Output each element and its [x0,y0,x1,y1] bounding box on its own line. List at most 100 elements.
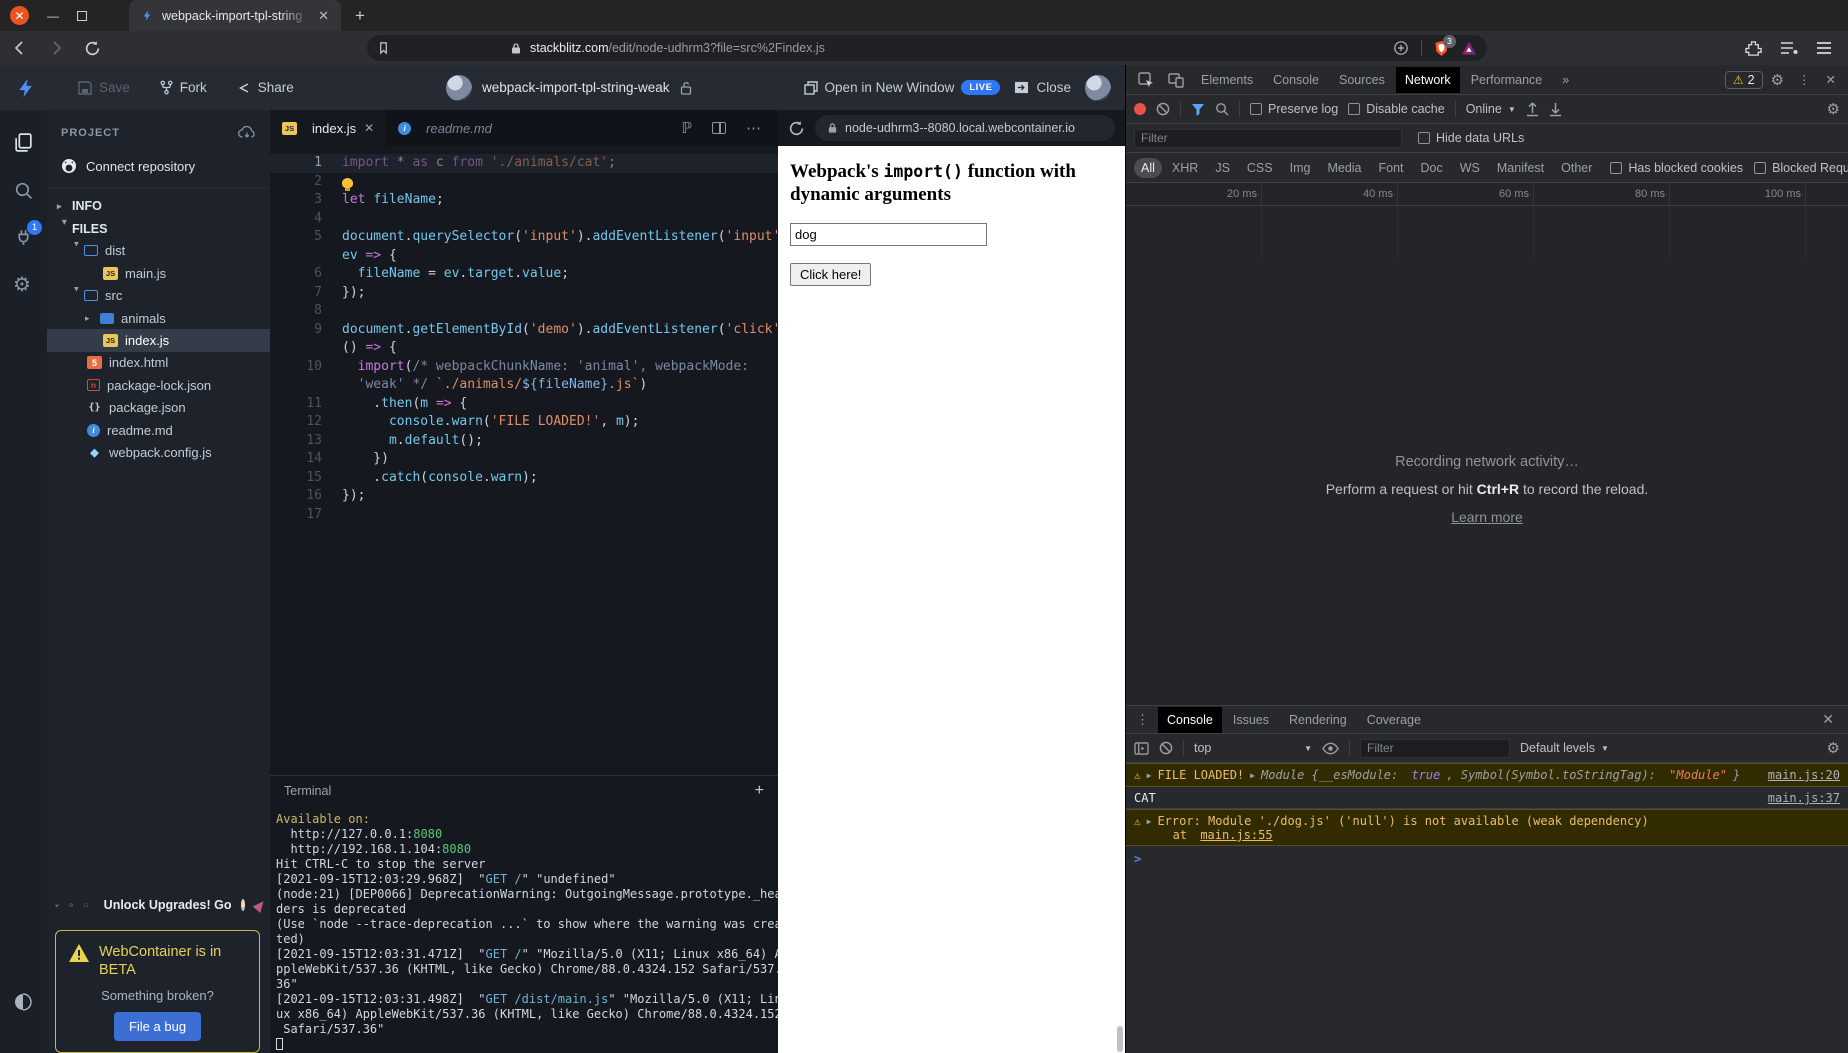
connect-repository-button[interactable]: Connect repository [47,150,270,189]
js-context-dropdown[interactable]: top ▼ [1194,741,1312,755]
network-filter-input[interactable] [1134,128,1402,148]
code-line[interactable]: 5 document.querySelector('input').addEven… [270,228,778,247]
back-button[interactable] [12,40,28,56]
filter-pill-js[interactable]: JS [1208,158,1237,178]
editor-more-icon[interactable]: ⋯ [746,119,762,137]
console-source-link[interactable]: main.js:37 [1768,791,1840,805]
code-line[interactable]: 7}); [270,284,778,303]
clear-console-icon[interactable] [1159,741,1173,755]
file-tree-item-main-js[interactable]: JS main.js [47,262,270,284]
menu-icon[interactable] [1816,41,1832,55]
file-tree-item-readme-md[interactable]: i readme.md [47,419,270,441]
drawer-menu-icon[interactable]: ⋮ [1130,712,1156,728]
filter-pill-other[interactable]: Other [1554,158,1599,178]
expand-caret-icon[interactable]: ▶ [1250,771,1255,780]
code-line[interactable]: 6 fileName = ev.target.value; [270,265,778,284]
console-source-link[interactable]: main.js:55 [1200,828,1272,842]
devtools-warning-badge[interactable]: ⚠ 2 [1724,70,1763,89]
preserve-log-checkbox[interactable]: Preserve log [1250,102,1338,116]
file-tree-item-package-lock-json[interactable]: n package-lock.json [47,374,270,396]
devtools-tab-network[interactable]: Network [1395,66,1460,93]
file-tree-item-dist[interactable]: ▸ dist [47,240,270,262]
code-line[interactable]: 17 [270,506,778,525]
code-editor[interactable]: 1 import * as c from './animals/cat'; 2 3 le… [270,146,778,775]
browser-tab[interactable]: webpack-import-tpl-string ✕ [129,0,341,31]
project-owner-avatar[interactable] [446,74,472,101]
learn-more-link[interactable]: Learn more [1451,509,1523,525]
files-icon[interactable] [13,132,34,153]
settings-gear-icon[interactable]: ⚙ [13,272,31,297]
file-tree-item-index-js[interactable]: JS index.js [47,329,270,352]
blocked-requests-checkbox[interactable]: Blocked Requests [1754,161,1848,175]
drawer-tab-rendering[interactable]: Rendering [1280,707,1356,733]
unlock-icon[interactable] [680,81,692,95]
window-minimize-button[interactable]: ― [47,9,59,23]
file-tree-item-animals[interactable]: ▸ animals [47,307,270,329]
import-har-icon[interactable] [1526,101,1539,117]
network-request-list[interactable]: Recording network activity… Perform a re… [1126,206,1848,705]
filter-pill-img[interactable]: Img [1283,158,1318,178]
code-line[interactable]: 13 m.default(); [270,432,778,451]
share-button[interactable]: Share [237,80,294,95]
code-line[interactable]: 4 [270,210,778,229]
twitter-icon[interactable] [55,899,60,912]
drawer-tab-coverage[interactable]: Coverage [1358,707,1430,733]
file-tree-item-files[interactable]: ▸ FILES [47,217,270,239]
inspect-element-icon[interactable] [1132,71,1160,88]
close-preview-button[interactable]: Close [1014,80,1071,95]
tab-close-icon[interactable]: ✕ [318,8,329,24]
live-expression-eye-icon[interactable] [1322,742,1339,755]
filter-pill-ws[interactable]: WS [1453,158,1487,178]
split-editor-icon[interactable] [712,122,726,134]
devtools-tab-console[interactable]: Console [1264,67,1328,93]
code-line[interactable]: 8 [270,302,778,321]
file-tree-item-src[interactable]: ▸ src [47,285,270,307]
lightbulb-icon[interactable] [342,177,353,191]
filter-pill-font[interactable]: Font [1372,158,1411,178]
console-prompt[interactable]: > [1126,846,1848,869]
code-line[interactable]: 12 console.warn('FILE LOADED!', m); [270,413,778,432]
file-tree-item-package-json[interactable]: {} package.json [47,397,270,419]
code-line[interactable]: 3 let fileName; [270,191,778,210]
terminal-output[interactable]: Available on: http://127.0.0.1:8080 http… [270,802,782,1053]
devtools-menu-icon[interactable]: ⋮ [1792,72,1818,87]
drawer-tab-console[interactable]: Console [1158,706,1222,733]
plugins-icon[interactable]: 1 [13,220,42,247]
preview-scrollbar-thumb[interactable] [1117,1026,1123,1052]
record-network-icon[interactable] [1134,103,1146,115]
console-message[interactable]: ⚠ ▶ FILE LOADED! ▶ Module {__esModule: true,… [1126,763,1848,787]
code-line[interactable]: 15 .catch(console.warn); [270,469,778,488]
devtools-tab-performance[interactable]: Performance [1462,67,1552,93]
code-line[interactable]: ev => { [270,247,778,266]
devtools-more-tabs[interactable]: » [1553,67,1578,93]
disable-cache-checkbox[interactable]: Disable cache [1348,102,1445,116]
expand-caret-icon[interactable]: ▶ [1147,771,1152,780]
theme-toggle-icon[interactable] [13,992,33,1012]
file-a-bug-button[interactable]: File a bug [113,1012,202,1042]
hide-data-urls-checkbox[interactable]: Hide data URLs [1418,131,1524,145]
preview-reload-icon[interactable] [788,120,805,137]
filter-pill-doc[interactable]: Doc [1414,158,1450,178]
window-restore-button[interactable] [77,10,87,21]
expand-caret-icon[interactable]: ▶ [1147,817,1152,826]
open-in-new-window-button[interactable]: Open in New Window LIVE [803,80,1001,95]
drawer-tab-issues[interactable]: Issues [1224,707,1278,733]
fork-button[interactable]: Fork [160,80,207,95]
code-line[interactable]: 2 [270,173,778,192]
device-toolbar-icon[interactable] [1162,72,1190,88]
code-line[interactable]: 14 }) [270,450,778,469]
filter-pill-media[interactable]: Media [1320,158,1368,178]
click-here-button[interactable]: Click here! [790,263,872,287]
tab-index-js[interactable]: JS index.js ✕ [270,110,387,146]
export-har-icon[interactable] [1549,102,1562,117]
code-line[interactable]: () => { [270,339,778,358]
filename-input[interactable] [790,223,987,247]
forward-button[interactable] [48,40,64,56]
chat-icon[interactable] [83,899,88,912]
save-button[interactable]: Save [78,80,130,95]
search-icon[interactable] [13,180,34,201]
code-line[interactable]: 16}); [270,487,778,506]
new-terminal-icon[interactable]: + [755,782,764,800]
code-line[interactable]: 'weak' */ `./animals/${fileName}.js`) [270,376,778,395]
window-close-button[interactable]: ✕ [10,6,29,25]
